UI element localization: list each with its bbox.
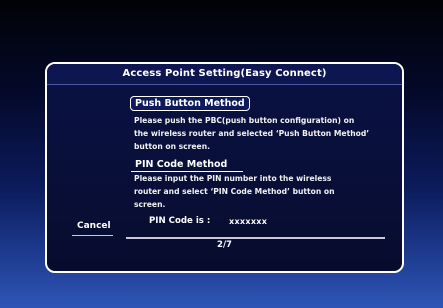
push-button-method-button[interactable]: Push Button Method xyxy=(130,96,250,111)
cancel-underline xyxy=(72,235,113,236)
pin-code-description-line: router and select ‘PIN Code Method’ butt… xyxy=(134,187,335,196)
page-indicator: 2/7 xyxy=(217,240,232,250)
push-button-description: Please push the PBC(push button configur… xyxy=(134,114,369,153)
divider-line xyxy=(126,237,385,239)
dialog-title: Access Point Setting(Easy Connect) xyxy=(47,64,402,85)
push-button-description-line: button on screen. xyxy=(134,142,210,151)
pin-code-value: xxxxxxx xyxy=(229,217,268,226)
cancel-button[interactable]: Cancel xyxy=(77,221,111,231)
push-button-description-line: Please push the PBC(push button configur… xyxy=(134,116,355,125)
pin-code-description-line: screen. xyxy=(134,200,166,209)
pin-code-description: Please input the PIN number into the wir… xyxy=(134,172,335,211)
pin-code-description-line: Please input the PIN number into the wir… xyxy=(134,174,332,183)
pin-code-label: PIN Code is : xyxy=(149,216,211,226)
pin-code-method-button[interactable]: PIN Code Method xyxy=(131,158,243,172)
push-button-description-line: the wireless router and selected ‘Push B… xyxy=(134,129,370,138)
access-point-dialog: Access Point Setting(Easy Connect) Push … xyxy=(45,62,404,273)
